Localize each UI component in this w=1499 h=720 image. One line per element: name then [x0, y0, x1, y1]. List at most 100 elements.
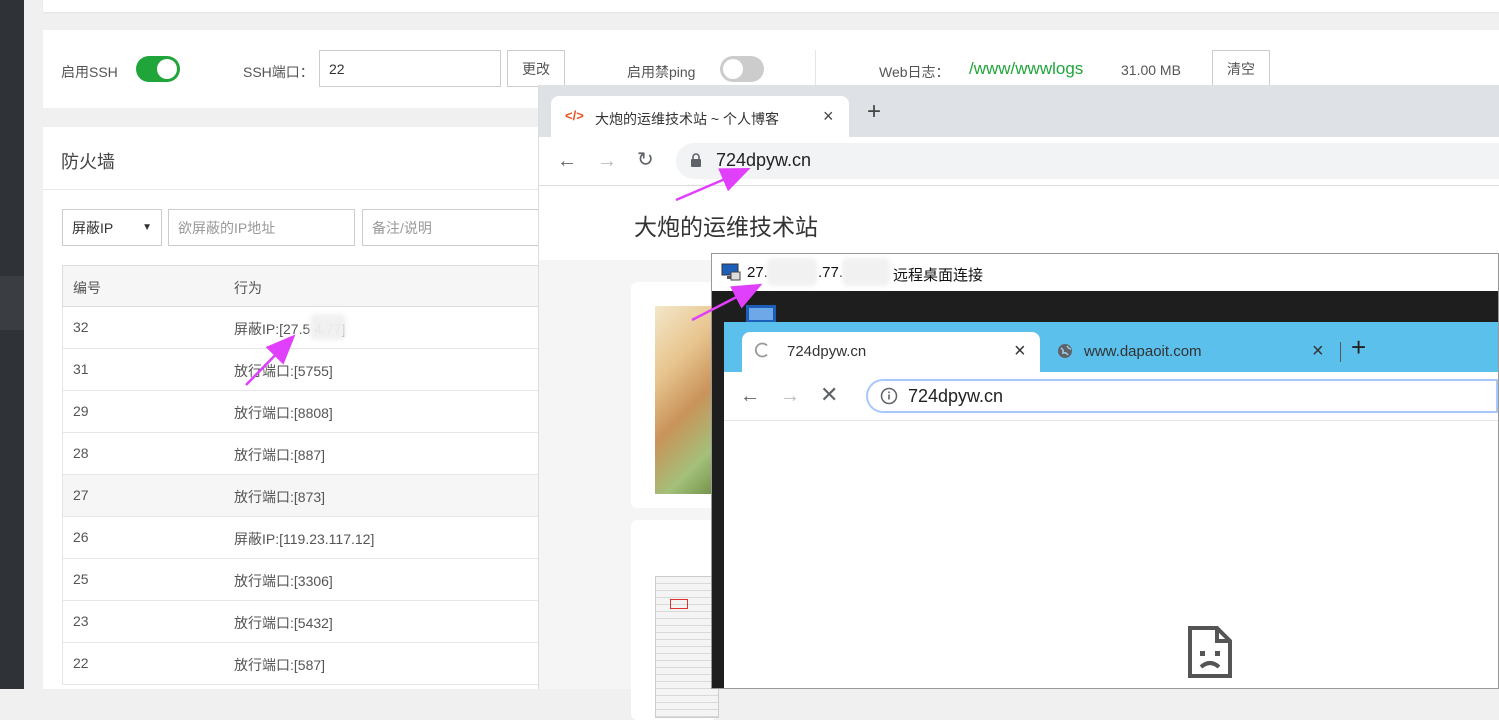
- inner-tab-title: www.dapaoit.com: [1084, 343, 1202, 360]
- ssh-toggle[interactable]: [136, 56, 180, 82]
- table-row[interactable]: 31 放行端口:[5755]: [62, 349, 540, 391]
- sidebar-active-item[interactable]: [0, 276, 24, 330]
- vertical-divider: [815, 50, 816, 90]
- ip-address-input[interactable]: 欲屏蔽的IP地址: [168, 209, 355, 246]
- site-title[interactable]: 大炮的运维技术站: [634, 208, 818, 242]
- rdp-titlebar: 27. .77. 远程桌面连接: [712, 254, 1498, 291]
- ssh-port-input[interactable]: 22: [319, 50, 501, 87]
- firewall-title: 防火墙: [61, 152, 115, 172]
- forward-icon[interactable]: →: [780, 386, 800, 406]
- globe-icon: [1057, 343, 1073, 363]
- row-id: 26: [73, 529, 89, 545]
- action-select-value: 屏蔽IP: [72, 219, 114, 236]
- inner-browser-window: 724dpyw.cn × www.dapaoit.com × + ← → ✕ 7…: [724, 322, 1498, 688]
- close-icon[interactable]: ×: [823, 106, 834, 127]
- address-bar[interactable]: 724dpyw.cn: [676, 143, 1499, 179]
- rdp-title-prefix: 27.: [747, 264, 768, 281]
- code-icon: </>: [565, 108, 584, 123]
- highlight-box: [670, 599, 688, 609]
- browser-tabstrip: </> 大炮的运维技术站 ~ 个人博客 × +: [539, 85, 1499, 137]
- table-row[interactable]: 23 放行端口:[5432]: [62, 601, 540, 643]
- disable-ping-label: 启用禁ping: [627, 64, 696, 80]
- column-header-action: 行为: [234, 280, 262, 296]
- table-row[interactable]: 26 屏蔽IP:[119.23.117.12]: [62, 517, 540, 559]
- inner-address-bar[interactable]: 724dpyw.cn: [866, 379, 1498, 413]
- row-action: 放行端口:[8808]: [234, 405, 333, 421]
- info-icon: [880, 387, 898, 408]
- inner-tab-title: 724dpyw.cn: [787, 343, 867, 360]
- caret-down-icon: ▼: [142, 222, 152, 233]
- table-row[interactable]: 29 放行端口:[8808]: [62, 391, 540, 433]
- column-header-id: 编号: [73, 280, 101, 296]
- reload-icon[interactable]: ↻: [637, 150, 654, 170]
- inner-tab[interactable]: www.dapaoit.com ×: [1054, 332, 1344, 372]
- sad-page-icon: [1187, 625, 1233, 682]
- inner-tabstrip: 724dpyw.cn × www.dapaoit.com × +: [724, 322, 1498, 372]
- clear-log-button[interactable]: 清空: [1212, 50, 1270, 87]
- tab-title: 大炮的运维技术站 ~ 个人博客: [595, 111, 779, 127]
- row-action: 放行端口:[873]: [234, 489, 326, 505]
- row-action: 放行端口:[3306]: [234, 573, 333, 589]
- table-row[interactable]: 25 放行端口:[3306]: [62, 559, 540, 601]
- remote-desktop-icon: [721, 263, 741, 285]
- back-icon[interactable]: ←: [557, 151, 577, 171]
- row-id: 31: [73, 361, 89, 377]
- rdp-title-suffix: 远程桌面连接: [893, 267, 984, 284]
- top-card: [43, 0, 1499, 12]
- row-action: 放行端口:[587]: [234, 657, 326, 673]
- title-divider: [43, 189, 540, 190]
- post-card[interactable]: [631, 282, 717, 508]
- inner-tab-active[interactable]: 724dpyw.cn ×: [742, 332, 1040, 372]
- weblog-path-link[interactable]: /www/wwwlogs: [969, 59, 1083, 79]
- close-icon[interactable]: ×: [1312, 340, 1324, 363]
- site-header: 大炮的运维技术站: [539, 186, 1499, 260]
- redaction-blur: [842, 258, 890, 286]
- row-id: 25: [73, 571, 89, 587]
- loading-icon: [754, 342, 770, 362]
- row-action: 放行端口:[5432]: [234, 615, 333, 631]
- close-icon[interactable]: ×: [1014, 340, 1026, 363]
- tab-separator: [1340, 342, 1341, 362]
- lock-icon: [690, 153, 702, 171]
- note-input[interactable]: 备注/说明: [362, 209, 540, 246]
- row-id: 29: [73, 403, 89, 419]
- change-port-button[interactable]: 更改: [507, 50, 565, 87]
- remote-desktop: 724dpyw.cn × www.dapaoit.com × + ← → ✕ 7…: [712, 291, 1498, 688]
- new-tab-icon[interactable]: +: [867, 100, 881, 124]
- weblog-size: 31.00 MB: [1121, 62, 1181, 78]
- action-select[interactable]: 屏蔽IP ▼: [62, 209, 162, 246]
- row-action: 放行端口:[887]: [234, 447, 326, 463]
- row-action: 放行端口:[5755]: [234, 363, 333, 379]
- sidebar: [0, 0, 24, 689]
- back-icon[interactable]: ←: [740, 386, 760, 406]
- post-card[interactable]: [631, 520, 719, 720]
- ssh-port-label: SSH端口：: [243, 64, 314, 80]
- remote-desktop-window: 27. .77. 远程桌面连接 724dpyw.cn × www.dapaoit…: [711, 253, 1499, 689]
- table-row[interactable]: 22 放行端口:[587]: [62, 643, 540, 685]
- post-thumbnail: [655, 306, 717, 494]
- row-id: 23: [73, 613, 89, 629]
- browser-tab[interactable]: </> 大炮的运维技术站 ~ 个人博客 ×: [551, 96, 849, 137]
- post-thumbnail: [655, 576, 719, 718]
- enable-ssh-label: 启用SSH: [61, 64, 118, 80]
- stop-icon[interactable]: ✕: [820, 384, 838, 406]
- inner-toolbar: ← → ✕ 724dpyw.cn: [724, 372, 1498, 421]
- redaction-blur: [767, 258, 817, 286]
- row-id: 32: [73, 319, 89, 335]
- weblog-label: Web日志：: [879, 64, 950, 80]
- url-text: 724dpyw.cn: [716, 150, 812, 170]
- inner-url-text: 724dpyw.cn: [908, 386, 1004, 406]
- forward-icon[interactable]: →: [597, 151, 617, 171]
- table-row[interactable]: 28 放行端口:[887]: [62, 433, 540, 475]
- ping-toggle[interactable]: [720, 56, 764, 82]
- table-header: 编号 行为: [62, 265, 540, 307]
- rdp-title-mid: .77.: [818, 264, 844, 281]
- row-action: 屏蔽IP:[119.23.117.12]: [234, 531, 375, 547]
- redaction-blur: [310, 314, 346, 340]
- row-id: 22: [73, 655, 89, 671]
- table-row[interactable]: 32 屏蔽IP:[27.5 4.77]: [62, 307, 540, 349]
- row-id: 27: [73, 487, 89, 503]
- new-tab-icon[interactable]: +: [1351, 334, 1366, 360]
- table-row[interactable]: 27 放行端口:[873]: [62, 475, 540, 517]
- row-id: 28: [73, 445, 89, 461]
